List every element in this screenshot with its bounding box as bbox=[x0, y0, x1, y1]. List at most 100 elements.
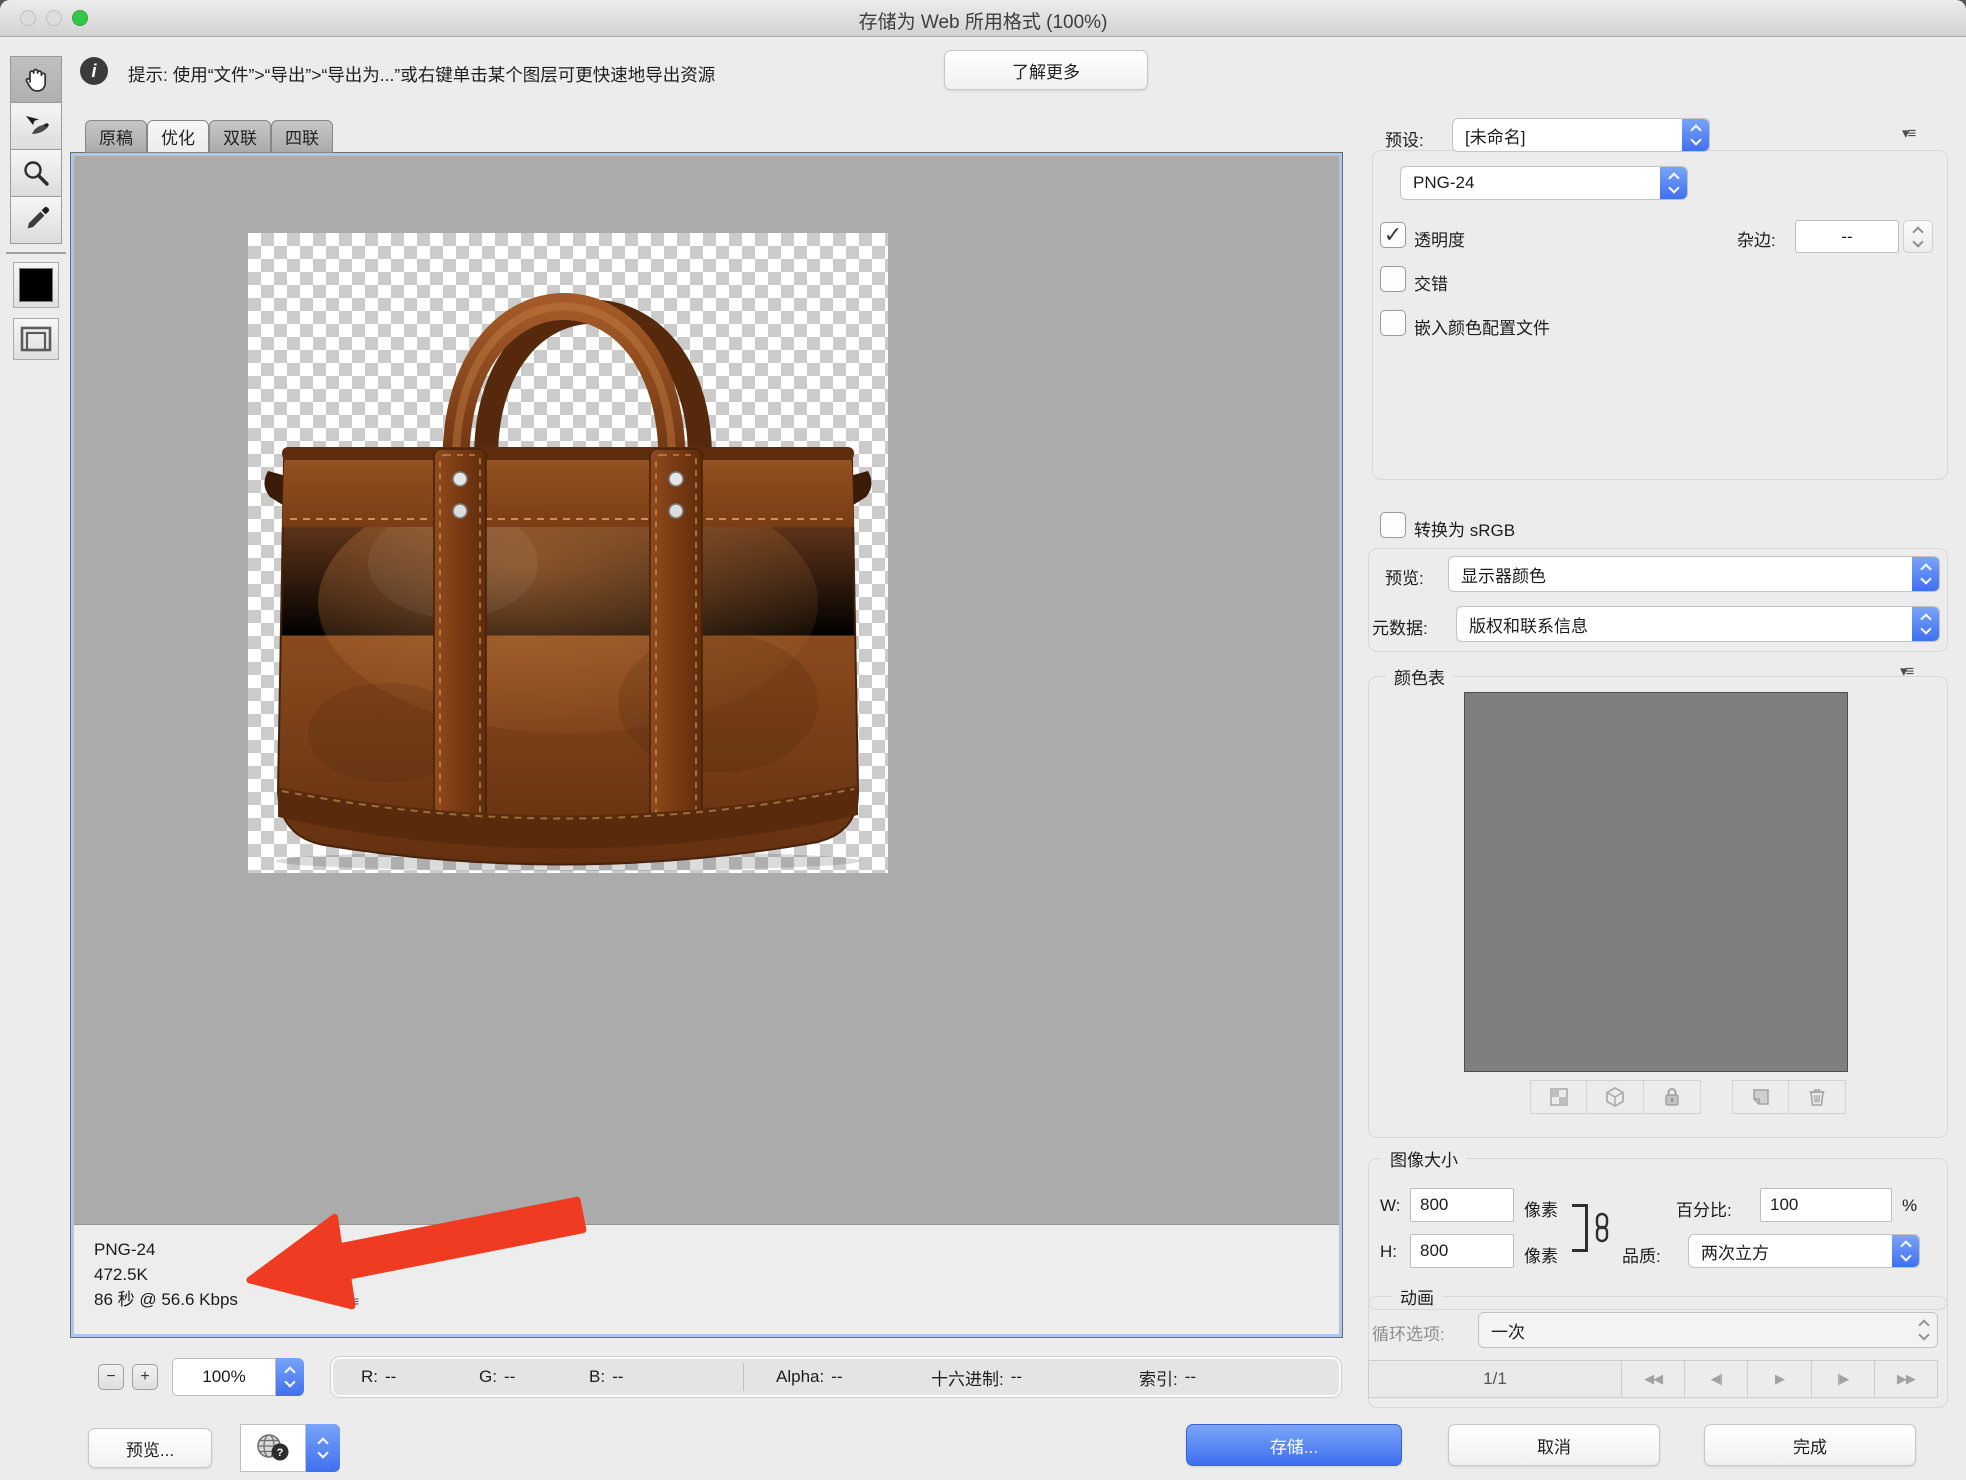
color-table-menu-icon[interactable]: ▾≡ bbox=[1900, 662, 1912, 680]
preset-menu-icon[interactable]: ▾≡ bbox=[1902, 124, 1914, 142]
new-item-icon bbox=[1751, 1087, 1771, 1107]
interlaced-checkbox[interactable] bbox=[1380, 266, 1406, 292]
eyedropper-tool[interactable] bbox=[10, 197, 62, 244]
link-dimensions-bracket bbox=[1572, 1204, 1588, 1252]
color-table-swatches[interactable] bbox=[1464, 692, 1848, 1072]
image-size-title: 图像大小 bbox=[1382, 1146, 1466, 1171]
check-glyph: ✓ bbox=[1384, 222, 1402, 248]
transparency-label: 透明度 bbox=[1414, 226, 1465, 251]
loop-options-label: 循环选项: bbox=[1372, 1320, 1445, 1345]
browser-select-button[interactable]: ? bbox=[240, 1424, 306, 1472]
annotation-arrow bbox=[180, 1140, 640, 1360]
first-frame-button[interactable]: ◀◀ bbox=[1622, 1360, 1685, 1398]
preset-stepper-icon bbox=[1682, 119, 1709, 151]
format-stepper-icon bbox=[1660, 167, 1687, 199]
delete-color-button[interactable] bbox=[1789, 1080, 1846, 1114]
metadata-select[interactable]: 版权和联系信息 bbox=[1456, 606, 1940, 642]
play-button[interactable]: ▶ bbox=[1748, 1360, 1811, 1398]
zoom-level-field[interactable]: 100% bbox=[172, 1358, 276, 1396]
tab-optimized[interactable]: 优化 bbox=[147, 120, 209, 153]
svg-text:?: ? bbox=[277, 1447, 284, 1459]
matte-stepper[interactable] bbox=[1903, 220, 1933, 253]
hand-icon bbox=[20, 64, 52, 96]
format-value: PNG-24 bbox=[1401, 173, 1660, 193]
plus-glyph: + bbox=[140, 1368, 149, 1386]
height-field[interactable]: 800 bbox=[1410, 1234, 1514, 1268]
frame-counter: 1/1 bbox=[1368, 1360, 1622, 1398]
preview-color-value: 显示器颜色 bbox=[1449, 562, 1912, 587]
tab-2up[interactable]: 双联 bbox=[209, 120, 271, 153]
format-select[interactable]: PNG-24 bbox=[1400, 166, 1688, 200]
color-table-title: 颜色表 bbox=[1386, 664, 1453, 689]
zoom-level-stepper[interactable] bbox=[276, 1358, 304, 1396]
percent-label: 百分比: bbox=[1676, 1196, 1732, 1221]
zoom-in-button[interactable]: + bbox=[132, 1364, 158, 1390]
tab-original[interactable]: 原稿 bbox=[85, 120, 147, 153]
black-swatch bbox=[19, 268, 53, 302]
percent-field[interactable]: 100 bbox=[1760, 1188, 1892, 1222]
quality-select[interactable]: 两次立方 bbox=[1688, 1234, 1920, 1268]
slice-select-tool[interactable] bbox=[10, 103, 62, 150]
browser-select-stepper[interactable] bbox=[306, 1424, 340, 1472]
slices-visibility-icon bbox=[19, 324, 53, 354]
new-color-button[interactable] bbox=[1732, 1080, 1789, 1114]
web-shift-button[interactable] bbox=[1587, 1080, 1644, 1114]
preview-in-browser-button[interactable]: 预览... bbox=[88, 1428, 212, 1468]
info-icon: i bbox=[80, 57, 108, 85]
preset-label: 预设: bbox=[1385, 126, 1424, 151]
width-unit: 像素 bbox=[1524, 1196, 1558, 1221]
matte-label: 杂边: bbox=[1737, 226, 1776, 251]
preview-color-label: 预览: bbox=[1385, 564, 1424, 589]
percent-unit: % bbox=[1902, 1196, 1917, 1216]
last-frame-button[interactable]: ▶▶ bbox=[1875, 1360, 1938, 1398]
next-frame-button[interactable]: |▶ bbox=[1812, 1360, 1875, 1398]
convert-srgb-label: 转换为 sRGB bbox=[1414, 516, 1515, 541]
matte-field[interactable]: -- bbox=[1795, 220, 1899, 253]
convert-srgb-checkbox[interactable] bbox=[1380, 512, 1406, 538]
width-label: W: bbox=[1380, 1196, 1400, 1216]
metadata-label: 元数据: bbox=[1372, 614, 1428, 639]
snap-to-web-button[interactable] bbox=[1530, 1080, 1587, 1114]
loop-stepper-icon bbox=[1910, 1313, 1937, 1347]
color-table-actions-right bbox=[1732, 1080, 1846, 1114]
toggle-slices-button[interactable] bbox=[13, 318, 59, 360]
readout-divider bbox=[743, 1363, 744, 1391]
width-field[interactable]: 800 bbox=[1410, 1188, 1514, 1222]
quality-value: 两次立方 bbox=[1689, 1239, 1892, 1264]
quality-label: 品质: bbox=[1622, 1242, 1661, 1267]
slice-select-icon bbox=[20, 110, 52, 142]
height-label: H: bbox=[1380, 1242, 1397, 1262]
embed-profile-label: 嵌入颜色配置文件 bbox=[1414, 314, 1550, 339]
chain-link-icon[interactable] bbox=[1590, 1212, 1614, 1244]
minus-glyph: − bbox=[106, 1368, 115, 1386]
tab-4up[interactable]: 四联 bbox=[271, 120, 333, 153]
preview-canvas[interactable] bbox=[74, 156, 1339, 1224]
learn-more-button[interactable]: 了解更多 bbox=[944, 50, 1148, 90]
animation-frame-bar: 1/1 ◀◀ ◀| ▶ |▶ ▶▶ bbox=[1368, 1360, 1938, 1398]
previous-frame-button[interactable]: ◀| bbox=[1685, 1360, 1748, 1398]
globe-question-icon: ? bbox=[253, 1431, 293, 1465]
quality-stepper-icon bbox=[1892, 1235, 1919, 1267]
transparency-checkbox[interactable]: ✓ bbox=[1380, 222, 1406, 248]
color-table-actions-left bbox=[1530, 1080, 1701, 1114]
embed-profile-checkbox[interactable] bbox=[1380, 310, 1406, 336]
color-readout-bar: R:-- G:-- B:-- Alpha:-- 十六进制:-- 索引:-- bbox=[330, 1356, 1342, 1398]
save-button[interactable]: 存储... bbox=[1186, 1424, 1402, 1466]
loop-options-select[interactable]: 一次 bbox=[1478, 1312, 1938, 1348]
zoom-out-button[interactable]: − bbox=[98, 1364, 124, 1390]
hand-tool[interactable] bbox=[10, 56, 62, 103]
preview-color-select[interactable]: 显示器颜色 bbox=[1448, 556, 1940, 592]
preset-select[interactable]: [未命名] bbox=[1452, 118, 1710, 152]
readout-red: R:-- bbox=[361, 1357, 396, 1397]
matte-color-swatch[interactable] bbox=[13, 262, 59, 308]
cancel-button[interactable]: 取消 bbox=[1448, 1424, 1660, 1466]
lock-color-button[interactable] bbox=[1644, 1080, 1701, 1114]
animation-title: 动画 bbox=[1392, 1284, 1442, 1309]
preview-color-stepper-icon bbox=[1912, 557, 1939, 591]
hint-text: 提示: 使用“文件”>“导出”>“导出为...”或右键单击某个图层可更快速地导出… bbox=[128, 62, 715, 87]
done-button[interactable]: 完成 bbox=[1704, 1424, 1916, 1466]
zoom-tool[interactable] bbox=[10, 150, 62, 197]
loop-options-value: 一次 bbox=[1479, 1318, 1910, 1343]
checkerboard-icon bbox=[1549, 1087, 1569, 1107]
metadata-value: 版权和联系信息 bbox=[1457, 612, 1912, 637]
